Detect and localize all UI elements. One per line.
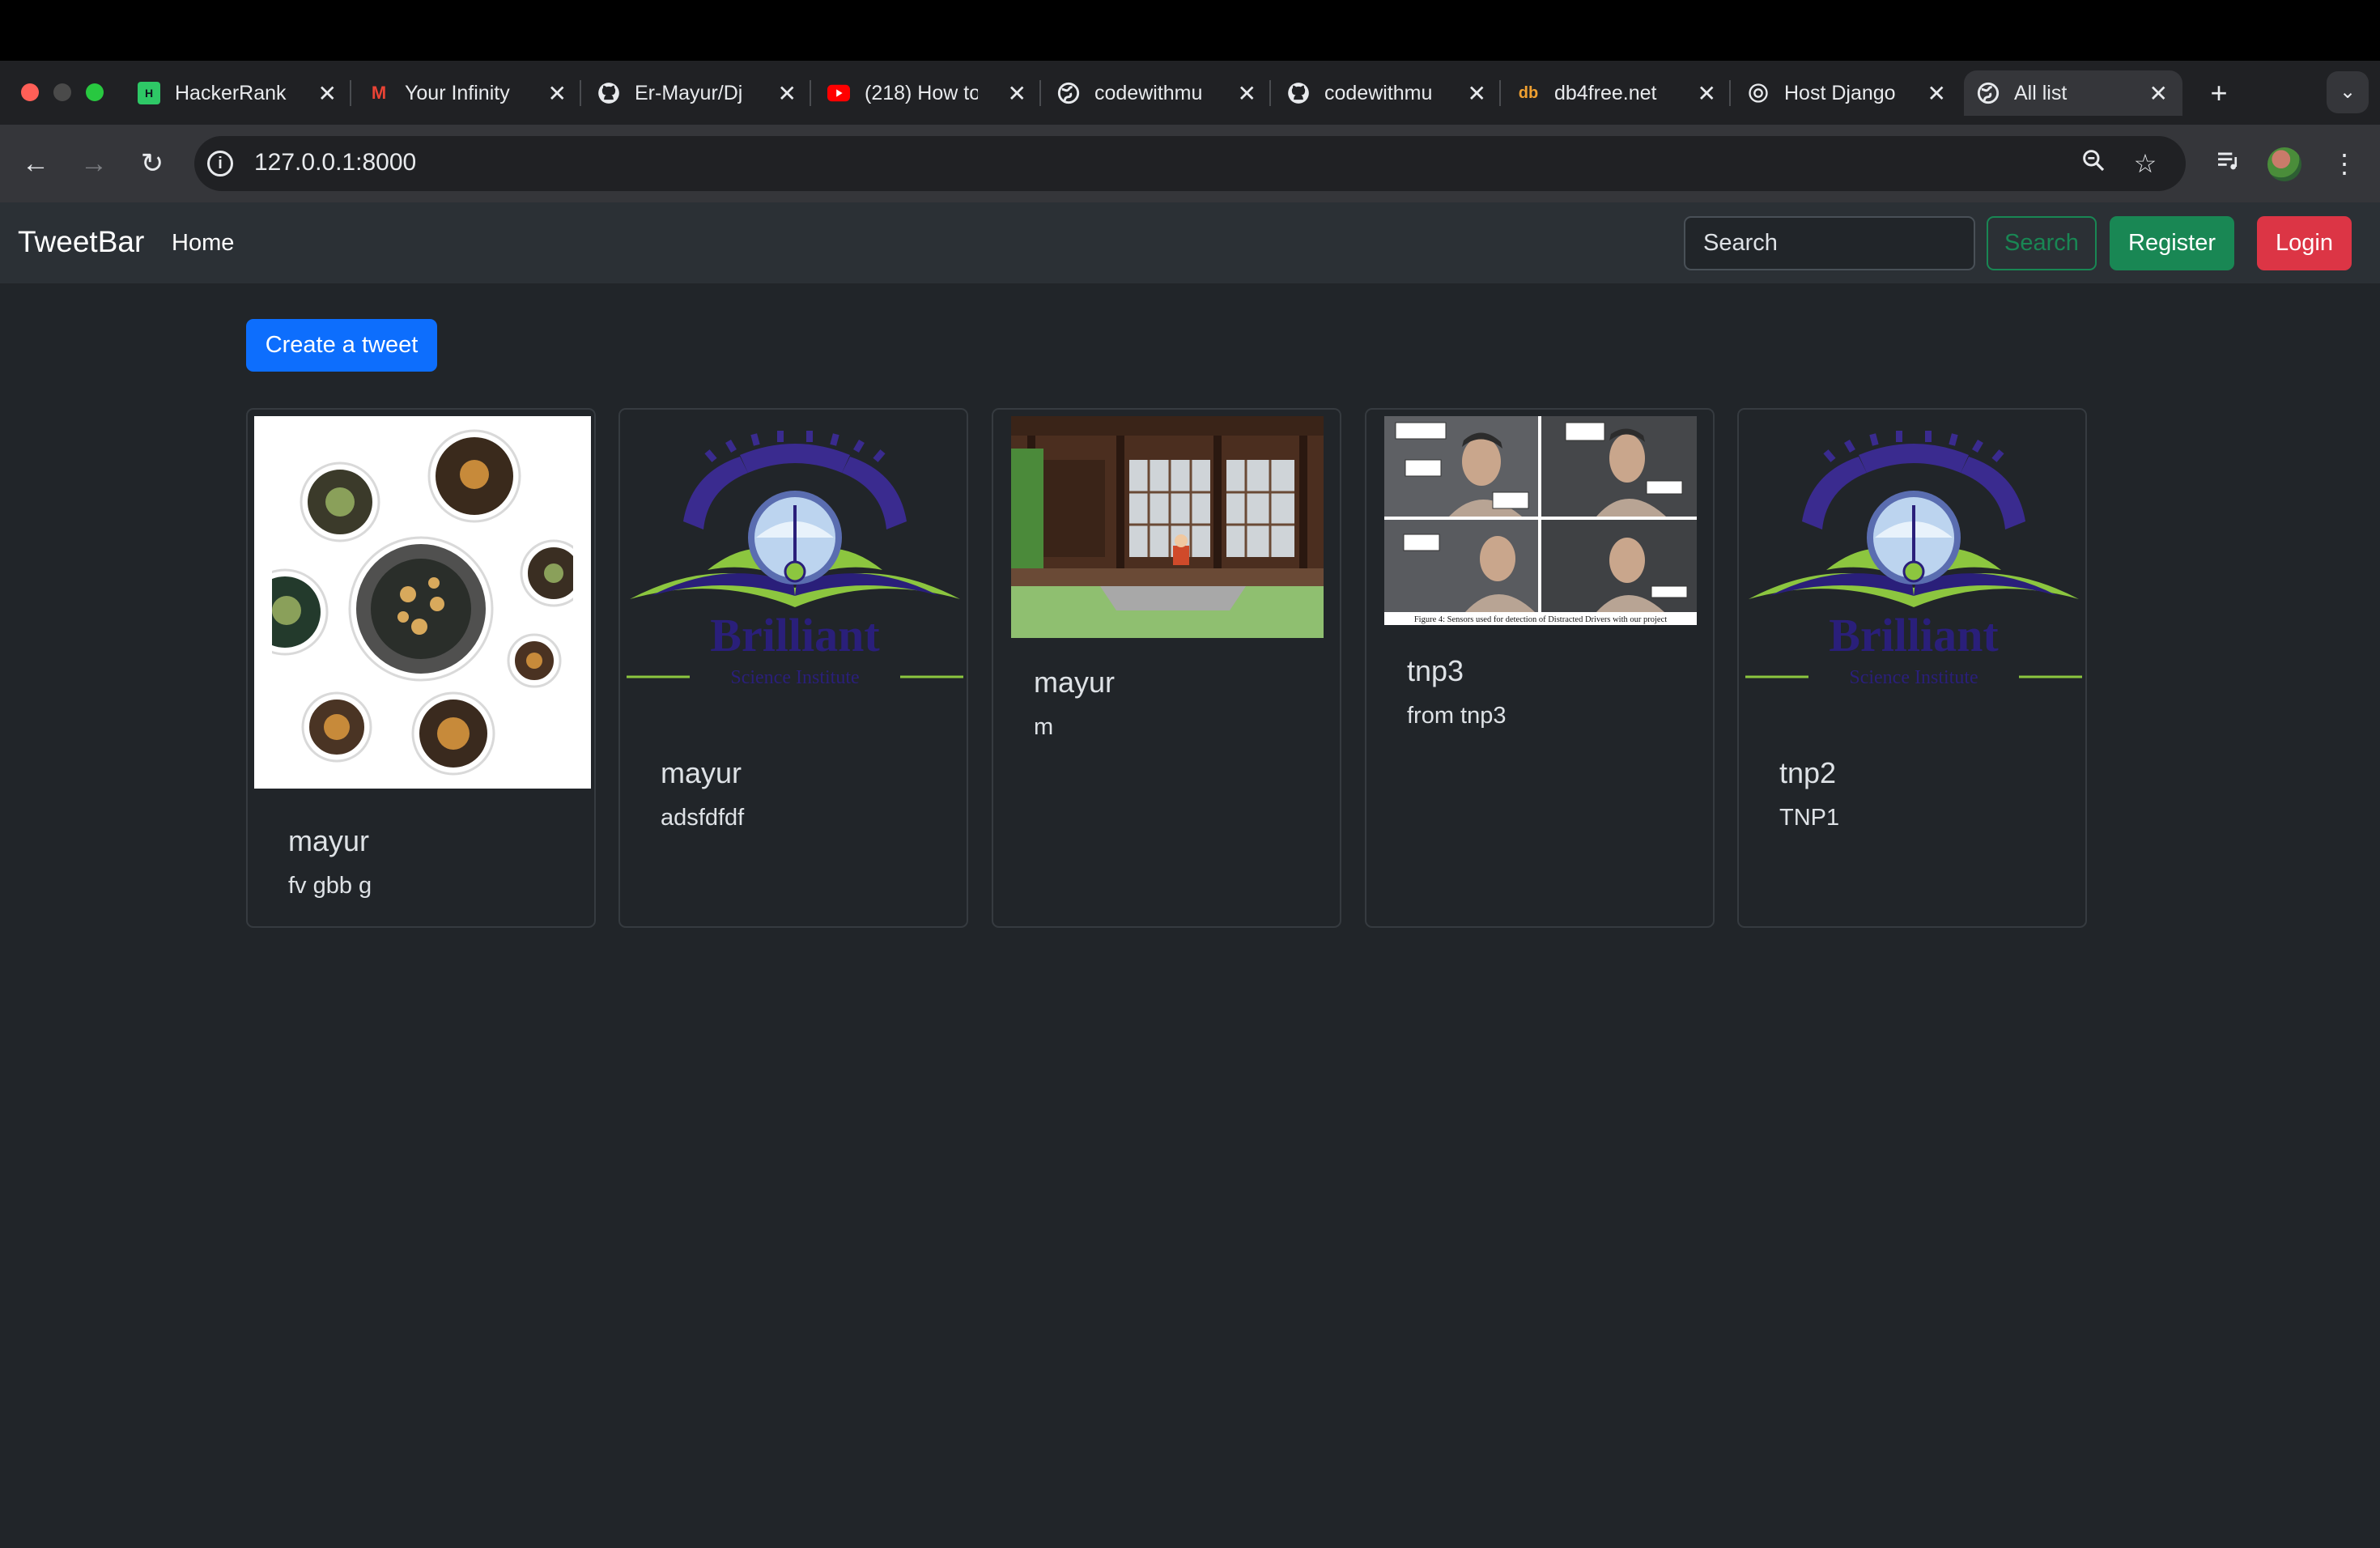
brand-link[interactable]: TweetBar — [18, 225, 144, 259]
address-bar[interactable] — [194, 136, 2186, 191]
nav-home-link[interactable]: Home — [172, 230, 234, 257]
browser-tab[interactable]: codewithmu ✕ — [1057, 70, 1271, 116]
card-title: mayur — [1034, 666, 1116, 699]
address-url[interactable]: 127.0.0.1:8000 — [254, 149, 416, 176]
gmail-icon: M — [371, 83, 387, 103]
new-tab-button[interactable]: + — [2200, 74, 2238, 112]
openai-icon — [1747, 82, 1770, 104]
close-tab-icon[interactable]: ✕ — [1008, 80, 1026, 107]
brilliant-logo-image: Brilliant Science Institute — [1745, 416, 2082, 700]
tab-separator — [580, 80, 581, 106]
db4free-icon: db — [1518, 83, 1539, 102]
tab-separator — [810, 80, 811, 106]
logo-name-text: Brilliant — [710, 609, 880, 661]
card-text: m — [1034, 714, 1054, 740]
logo-name-text: Brilliant — [1829, 609, 1999, 661]
register-button[interactable]: Register — [2110, 216, 2234, 270]
brilliant-logo-image: Brilliant Science Institute — [627, 416, 963, 700]
browser-tab[interactable]: db db4free.net ✕ — [1517, 70, 1731, 116]
tab-separator — [1039, 80, 1041, 106]
forward-button[interactable]: → — [74, 144, 113, 183]
card-title: tnp2 — [1779, 756, 1837, 789]
tweet-card: mayur fv gbb g — [246, 408, 596, 928]
logo-sub-text: Science Institute — [730, 667, 859, 688]
search-button[interactable]: Search — [1987, 216, 2097, 270]
back-button[interactable]: ← — [16, 144, 55, 183]
tab-separator — [1499, 80, 1501, 106]
tab-search-button[interactable]: ⌄ — [2327, 71, 2369, 113]
browser-tab[interactable]: codewithmu ✕ — [1287, 70, 1501, 116]
site-info-icon[interactable]: i — [207, 151, 233, 176]
bookmark-star-icon[interactable]: ☆ — [2129, 147, 2161, 180]
figure-caption-text: Figure 4: Sensors used for detection of … — [1414, 615, 1667, 624]
card-title: mayur — [661, 756, 742, 789]
close-tab-icon[interactable]: ✕ — [778, 80, 797, 107]
hackerrank-icon: H — [138, 82, 160, 104]
close-tab-icon[interactable]: ✕ — [1238, 80, 1256, 107]
login-button[interactable]: Login — [2257, 216, 2352, 270]
tab-separator — [350, 80, 351, 106]
browser-tab[interactable]: Host Django ✕ — [1747, 70, 1961, 116]
close-window-button[interactable] — [21, 83, 39, 101]
profile-avatar[interactable] — [2267, 147, 2301, 181]
logo-sub-text: Science Institute — [1849, 667, 1978, 688]
browser-tab[interactable]: M Your Infinity ✕ — [368, 70, 581, 116]
card-text: from tnp3 — [1407, 703, 1507, 729]
maximize-window-button[interactable] — [86, 83, 104, 101]
github-icon — [1287, 82, 1310, 104]
tweet-card: Figure 4: Sensors used for detection of … — [1365, 408, 1715, 928]
card-title: tnp3 — [1407, 654, 1464, 687]
zoom-icon[interactable] — [2077, 147, 2110, 180]
tweet-card: Brilliant Science Institute mayur adsfdf… — [618, 408, 968, 928]
food-bowls-image — [254, 416, 591, 789]
card-text: adsfdfdf — [661, 805, 745, 831]
house-scene-image — [1011, 416, 1324, 638]
top-bezel — [0, 0, 2380, 61]
browser-tab[interactable]: H HackerRank ✕ — [138, 70, 351, 116]
minimize-window-button[interactable] — [53, 83, 71, 101]
tab-separator — [1729, 80, 1731, 106]
card-text: fv gbb g — [288, 873, 372, 899]
close-tab-icon[interactable]: ✕ — [1468, 80, 1486, 107]
close-tab-icon[interactable]: ✕ — [548, 80, 567, 107]
youtube-icon — [827, 82, 850, 104]
card-title: mayur — [288, 824, 370, 857]
card-text: TNP1 — [1779, 805, 1840, 831]
driver-sensors-figure-image: Figure 4: Sensors used for detection of … — [1384, 416, 1697, 625]
create-tweet-button[interactable]: Create a tweet — [246, 319, 437, 372]
search-input[interactable] — [1684, 216, 1975, 270]
browser-tab[interactable]: Er-Mayur/Dj ✕ — [597, 70, 811, 116]
github-icon — [597, 82, 620, 104]
more-menu-icon[interactable]: ⋮ — [2328, 147, 2361, 180]
tweet-card: Brilliant Science Institute tnp2 TNP1 — [1737, 408, 2087, 928]
tab-separator — [1269, 80, 1271, 106]
tweet-card: mayur m — [992, 408, 1341, 928]
globe-icon — [1977, 82, 2000, 104]
browser-tab[interactable]: (218) How to ✕ — [827, 70, 1041, 116]
close-tab-icon[interactable]: ✕ — [318, 80, 337, 107]
close-tab-icon[interactable]: ✕ — [1698, 80, 1716, 107]
close-tab-icon[interactable]: ✕ — [1927, 80, 1946, 107]
close-tab-icon[interactable]: ✕ — [2149, 80, 2168, 107]
globe-icon — [1057, 82, 1080, 104]
media-controls-icon[interactable] — [2212, 147, 2244, 180]
browser-tab-active[interactable]: All list ✕ — [1964, 70, 2182, 116]
reload-button[interactable]: ↻ — [133, 144, 172, 183]
